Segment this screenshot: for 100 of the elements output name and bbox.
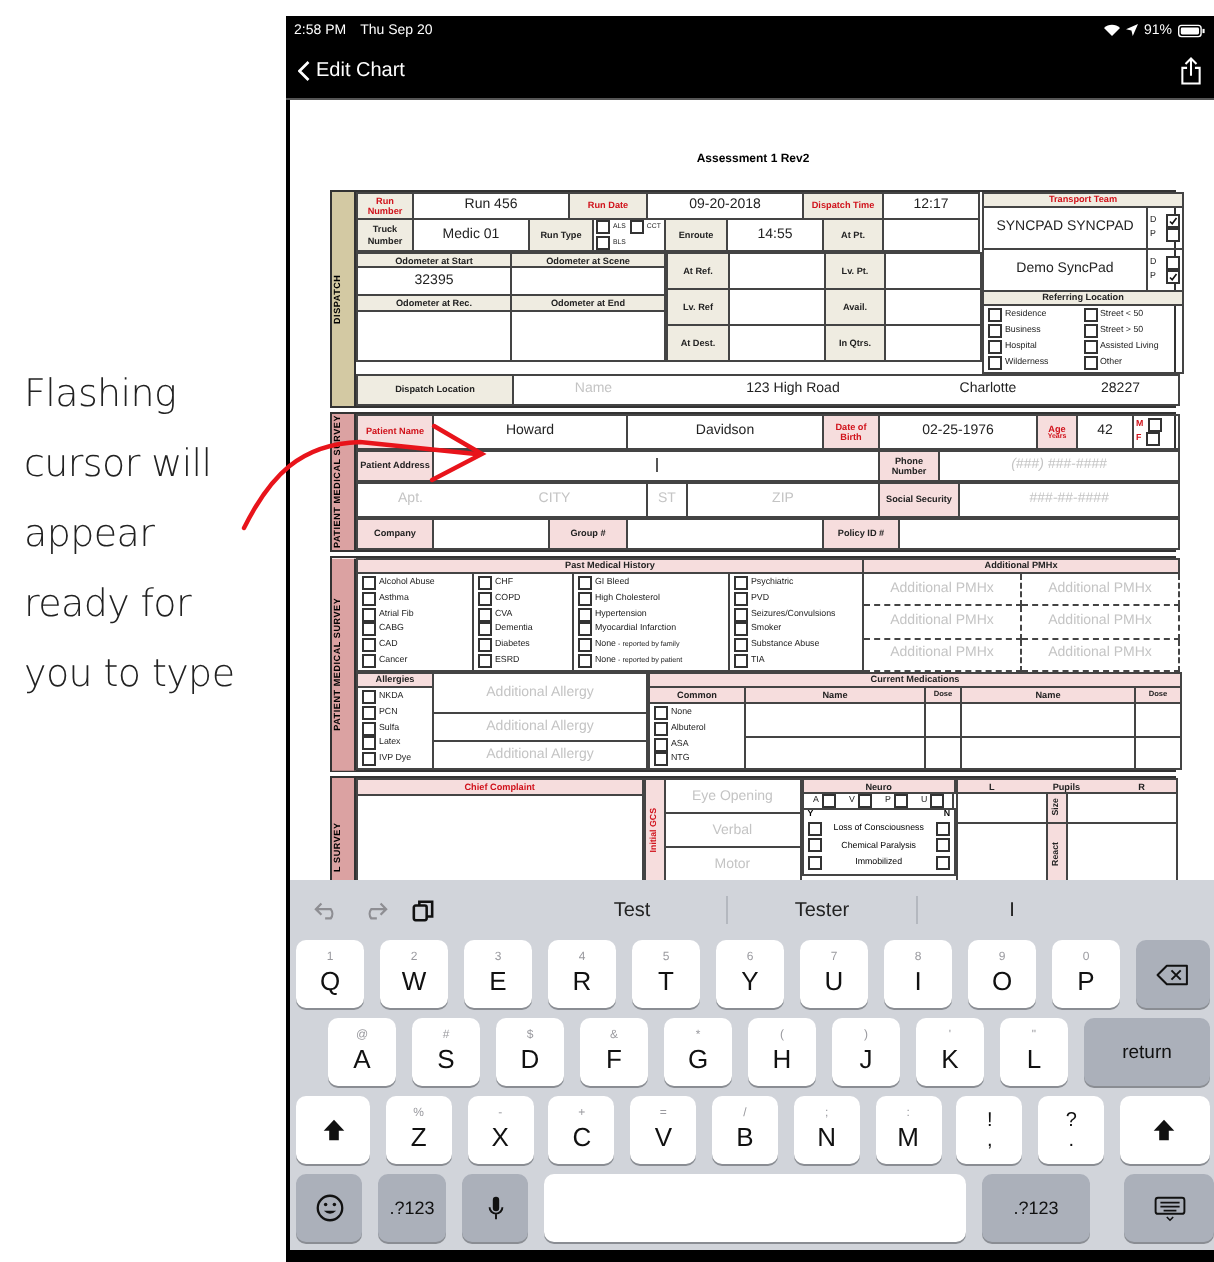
checkbox[interactable] — [478, 622, 492, 637]
suggestion[interactable]: Test — [538, 899, 726, 921]
input-field[interactable] — [729, 325, 825, 361]
checkbox[interactable] — [654, 721, 668, 736]
checkbox[interactable] — [578, 576, 592, 590]
checkbox[interactable] — [734, 591, 748, 606]
checkbox[interactable] — [629, 220, 644, 234]
hide-keyboard-key[interactable] — [1124, 1174, 1214, 1242]
shift-key[interactable] — [1119, 1096, 1210, 1164]
checkbox[interactable] — [362, 622, 376, 637]
checkbox[interactable] — [821, 794, 836, 809]
checkbox[interactable] — [1166, 270, 1180, 284]
suggestion[interactable]: I — [918, 899, 1106, 921]
checkbox[interactable] — [807, 821, 822, 836]
checkbox[interactable] — [478, 653, 492, 668]
input-field[interactable] — [961, 702, 1135, 738]
checkbox[interactable] — [935, 821, 950, 836]
input-field[interactable] — [956, 823, 1047, 880]
key[interactable]: ? . — [1038, 1096, 1105, 1164]
checkbox[interactable] — [478, 576, 492, 590]
shift-key[interactable] — [296, 1096, 370, 1164]
input-field[interactable] — [899, 519, 1179, 549]
checkbox[interactable] — [478, 638, 492, 653]
checkbox[interactable] — [930, 794, 945, 809]
dictation-key[interactable] — [462, 1174, 528, 1242]
checkbox[interactable] — [362, 653, 376, 668]
checkbox[interactable] — [988, 356, 1002, 370]
checkbox[interactable] — [807, 855, 822, 870]
input-field[interactable] — [357, 310, 511, 361]
input-field[interactable] — [885, 253, 981, 289]
checkbox[interactable] — [362, 638, 376, 653]
input-field[interactable] — [885, 289, 981, 325]
checkbox[interactable] — [807, 838, 822, 853]
checkbox[interactable] — [857, 794, 872, 809]
checkbox[interactable] — [362, 705, 376, 720]
input-field[interactable] — [745, 737, 925, 770]
input-field[interactable] — [883, 219, 980, 251]
copy-icon[interactable] — [410, 899, 436, 921]
checkbox[interactable] — [988, 324, 1002, 338]
checkbox[interactable] — [1166, 228, 1180, 242]
checkbox[interactable] — [1083, 356, 1097, 370]
numbers-key[interactable]: .?123 — [378, 1174, 446, 1242]
checkbox[interactable] — [362, 752, 376, 767]
back-button[interactable]: Edit Chart — [298, 60, 405, 82]
input-field[interactable] — [729, 253, 825, 289]
numbers-key[interactable]: .?123 — [982, 1174, 1090, 1242]
input-field[interactable] — [433, 519, 549, 549]
checkbox[interactable] — [362, 736, 376, 751]
input-field[interactable] — [433, 451, 879, 481]
checkbox[interactable] — [654, 705, 668, 720]
checkbox[interactable] — [596, 236, 610, 250]
checkbox[interactable] — [362, 576, 376, 590]
checkbox[interactable] — [1145, 432, 1160, 446]
checkbox[interactable] — [478, 591, 492, 606]
checkbox[interactable] — [734, 622, 748, 637]
checkbox[interactable] — [1166, 256, 1180, 270]
emoji-key[interactable] — [296, 1174, 362, 1242]
checkbox[interactable] — [935, 855, 950, 870]
checkbox[interactable] — [578, 591, 592, 606]
checkbox[interactable] — [478, 607, 492, 622]
checkbox[interactable] — [1083, 340, 1097, 354]
checkbox[interactable] — [988, 308, 1002, 322]
checkbox[interactable] — [578, 607, 592, 622]
suggestion[interactable]: Tester — [728, 899, 916, 921]
input-field[interactable] — [956, 793, 1047, 824]
checkbox[interactable] — [935, 838, 950, 853]
checkbox[interactable] — [1147, 418, 1162, 432]
checkbox[interactable] — [362, 721, 376, 736]
checkbox[interactable] — [1166, 214, 1180, 228]
checkbox[interactable] — [734, 607, 748, 622]
checkbox[interactable] — [1083, 324, 1097, 338]
backspace-key[interactable] — [1136, 940, 1210, 1008]
input-field[interactable] — [961, 737, 1135, 770]
checkbox[interactable] — [734, 638, 748, 653]
return-key[interactable]: return — [1084, 1018, 1210, 1086]
checkbox[interactable] — [362, 607, 376, 622]
input-field[interactable] — [1135, 737, 1181, 770]
checkbox[interactable] — [1083, 308, 1097, 322]
input-field[interactable] — [729, 289, 825, 325]
checkbox[interactable] — [578, 653, 592, 668]
checkbox[interactable] — [893, 794, 908, 809]
share-button[interactable] — [1178, 55, 1202, 87]
key[interactable]: ! , — [956, 1096, 1023, 1164]
checkbox[interactable] — [734, 576, 748, 590]
input-field[interactable] — [1066, 793, 1177, 824]
checkbox[interactable] — [578, 638, 592, 653]
input-field[interactable] — [511, 310, 665, 361]
checkbox[interactable] — [734, 653, 748, 668]
checkbox[interactable] — [362, 689, 376, 704]
input-field[interactable] — [511, 267, 665, 296]
checkbox[interactable] — [654, 737, 668, 752]
input-field[interactable] — [885, 325, 981, 361]
input-field[interactable] — [627, 519, 823, 549]
input-field[interactable] — [1066, 823, 1177, 880]
input-field[interactable] — [1135, 702, 1181, 738]
input-field[interactable] — [745, 702, 925, 738]
checkbox[interactable] — [578, 622, 592, 637]
checkbox[interactable] — [654, 752, 668, 767]
checkbox[interactable] — [362, 591, 376, 606]
checkbox[interactable] — [596, 220, 610, 234]
